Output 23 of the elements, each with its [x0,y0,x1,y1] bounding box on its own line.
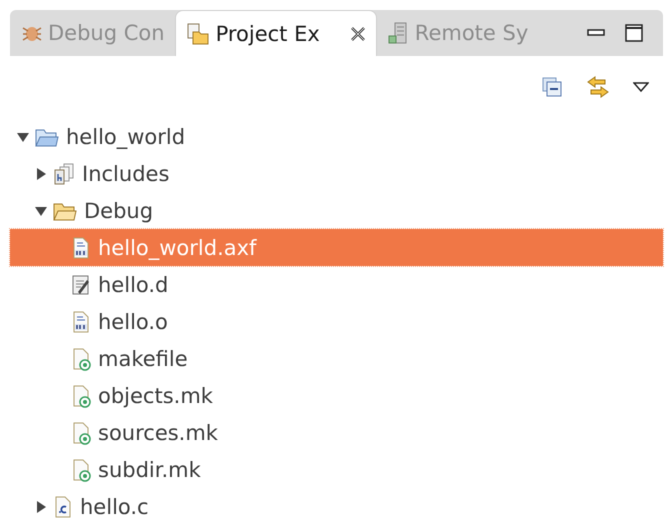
view-menu-icon[interactable] [633,82,649,92]
link-arrows-icon[interactable] [585,75,611,99]
tree-item[interactable]: objects.mk [10,377,663,414]
collapse-all-icon[interactable] [541,76,563,98]
server-icon [386,21,409,45]
tree-item[interactable]: hello_world [10,118,663,155]
expand-arrow-icon[interactable] [34,500,48,514]
edit-file-icon [70,272,92,296]
view-tab[interactable]: Project Ex [174,10,377,56]
tree-item[interactable]: hello.d [10,266,663,303]
tree-item[interactable]: sources.mk [10,414,663,451]
tree-item[interactable]: subdir.mk [10,451,663,488]
stacked-pages-icon [52,162,76,186]
expand-arrow-icon[interactable] [34,166,48,180]
folder-icon [186,22,210,46]
close-icon[interactable] [350,26,366,42]
tree-item[interactable]: makefile [10,340,663,377]
minimize-icon[interactable] [587,29,605,37]
tree-item[interactable]: Debug [10,192,663,229]
tree-item[interactable]: Includes [10,155,663,192]
maximize-icon[interactable] [625,24,643,42]
tree-item[interactable]: hello.c [10,488,663,525]
tree-item[interactable]: hello.o [10,303,663,340]
